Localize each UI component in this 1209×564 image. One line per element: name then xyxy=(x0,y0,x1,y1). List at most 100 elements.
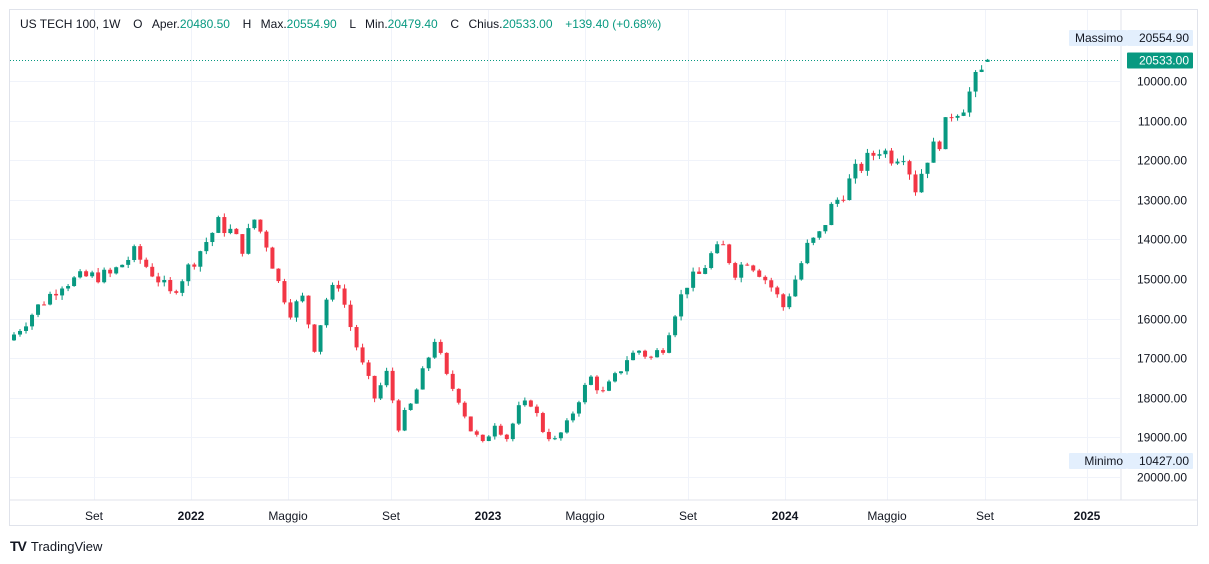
candle-body xyxy=(751,265,756,271)
legend-low-label: L xyxy=(349,17,356,31)
candle-body xyxy=(126,259,131,265)
candle-body xyxy=(570,413,575,421)
candle-body xyxy=(24,326,29,331)
candle-body xyxy=(372,375,377,399)
candle-body xyxy=(805,242,810,264)
candle-body xyxy=(204,242,209,252)
candle-body xyxy=(967,91,972,113)
candle-body xyxy=(913,174,918,193)
price-tick-label: 10000.00 xyxy=(1137,75,1187,89)
candle-body xyxy=(859,163,864,171)
candle-body xyxy=(300,295,305,302)
candle-body xyxy=(631,352,636,361)
tradingview-brand[interactable]: TradingView xyxy=(31,539,103,554)
price-tick-label: 13000.00 xyxy=(1137,194,1187,208)
time-tick-label: Set xyxy=(85,509,104,523)
candle-body xyxy=(510,423,515,440)
candle-body xyxy=(781,294,786,308)
candle-body xyxy=(937,141,942,150)
tradingview-logo-icon[interactable]: TV xyxy=(10,538,27,554)
candle-body xyxy=(252,219,257,229)
candle-body xyxy=(925,162,930,174)
candle-body xyxy=(540,413,545,432)
legend-low-prefix: Min. xyxy=(365,17,388,31)
candle-body xyxy=(60,288,65,296)
candle-body xyxy=(216,217,221,233)
candle-body xyxy=(841,199,846,201)
candle-body xyxy=(504,434,509,440)
candle-body xyxy=(318,325,323,352)
candle-body xyxy=(835,199,840,204)
min-value-tag: 10427.00 xyxy=(1127,453,1193,469)
time-tick-label: Maggio xyxy=(867,509,907,523)
legend-open-label: O xyxy=(133,17,143,31)
candle-body xyxy=(336,284,341,289)
candle-body xyxy=(360,347,365,363)
candle-body xyxy=(294,301,299,318)
candle-body xyxy=(408,403,413,410)
price-tick-label: 19000.00 xyxy=(1137,431,1187,445)
candle-body xyxy=(102,269,107,283)
candle-body xyxy=(619,371,624,374)
candle-body xyxy=(576,402,581,414)
candle-body xyxy=(661,350,666,353)
candle-body xyxy=(985,59,990,62)
candle-body xyxy=(606,381,611,391)
time-tick-label: 2023 xyxy=(475,509,502,523)
legend-low-value: 20479.40 xyxy=(387,17,438,31)
candle-body xyxy=(961,112,966,116)
candle-body xyxy=(96,272,101,283)
candle-body xyxy=(673,316,678,336)
legend-symbol[interactable]: US TECH 100, 1W xyxy=(20,17,120,31)
price-axis: 20000.00 19000.00 18000.00 17000.00 16000.00… xyxy=(1137,75,1187,485)
candle-body xyxy=(877,154,882,156)
candlestick-chart[interactable]: 20000.00 19000.00 18000.00 17000.00 16000.00… xyxy=(0,0,1209,530)
legend-close-label: C xyxy=(450,17,460,31)
footer: TV TradingView xyxy=(10,538,102,554)
candle-body xyxy=(354,327,359,348)
time-tick-label: Set xyxy=(382,509,401,523)
candle-body xyxy=(522,400,527,406)
candle-body xyxy=(270,247,275,269)
candle-body xyxy=(552,438,557,440)
candle-body xyxy=(240,234,245,254)
candle-body xyxy=(120,264,125,268)
time-tick-label: 2025 xyxy=(1074,509,1101,523)
candle-body xyxy=(895,161,900,164)
candle-body xyxy=(697,271,702,274)
candle-body xyxy=(943,117,948,150)
candle-body xyxy=(420,368,425,390)
candle-body xyxy=(721,244,726,246)
candle-body xyxy=(643,350,648,357)
last-price-tag-text: 20533.00 xyxy=(1139,54,1189,68)
legend-close-prefix: Chius. xyxy=(468,17,503,31)
candle-body xyxy=(649,356,654,358)
candle-body xyxy=(679,294,684,317)
candle-body xyxy=(703,267,708,274)
candle-body xyxy=(432,341,437,358)
min-label-tag: Minimo xyxy=(1069,453,1127,469)
candle-body xyxy=(733,263,738,278)
candle-body xyxy=(108,269,113,274)
max-label-tag-text: Massimo xyxy=(1075,31,1123,45)
price-tick-label: 12000.00 xyxy=(1137,154,1187,168)
candle-body xyxy=(498,425,503,435)
candle-body xyxy=(258,219,263,232)
candle-body xyxy=(685,287,690,295)
candle-body xyxy=(48,293,53,305)
candle-body xyxy=(468,416,473,432)
time-tick-label: 2024 xyxy=(772,509,799,523)
candle-body xyxy=(192,264,197,267)
candle-body xyxy=(114,267,119,274)
legend-high-value: 20554.90 xyxy=(286,17,337,31)
candle-body xyxy=(276,268,281,282)
candle-body xyxy=(234,228,239,235)
candle-body xyxy=(546,431,551,440)
time-tick-label: 2022 xyxy=(178,509,205,523)
price-tick-label: 20000.00 xyxy=(1137,471,1187,485)
candle-body xyxy=(18,330,23,335)
candle-body xyxy=(625,360,630,372)
candle-body xyxy=(66,286,71,289)
candle-body xyxy=(366,362,371,376)
candle-body xyxy=(198,251,203,267)
